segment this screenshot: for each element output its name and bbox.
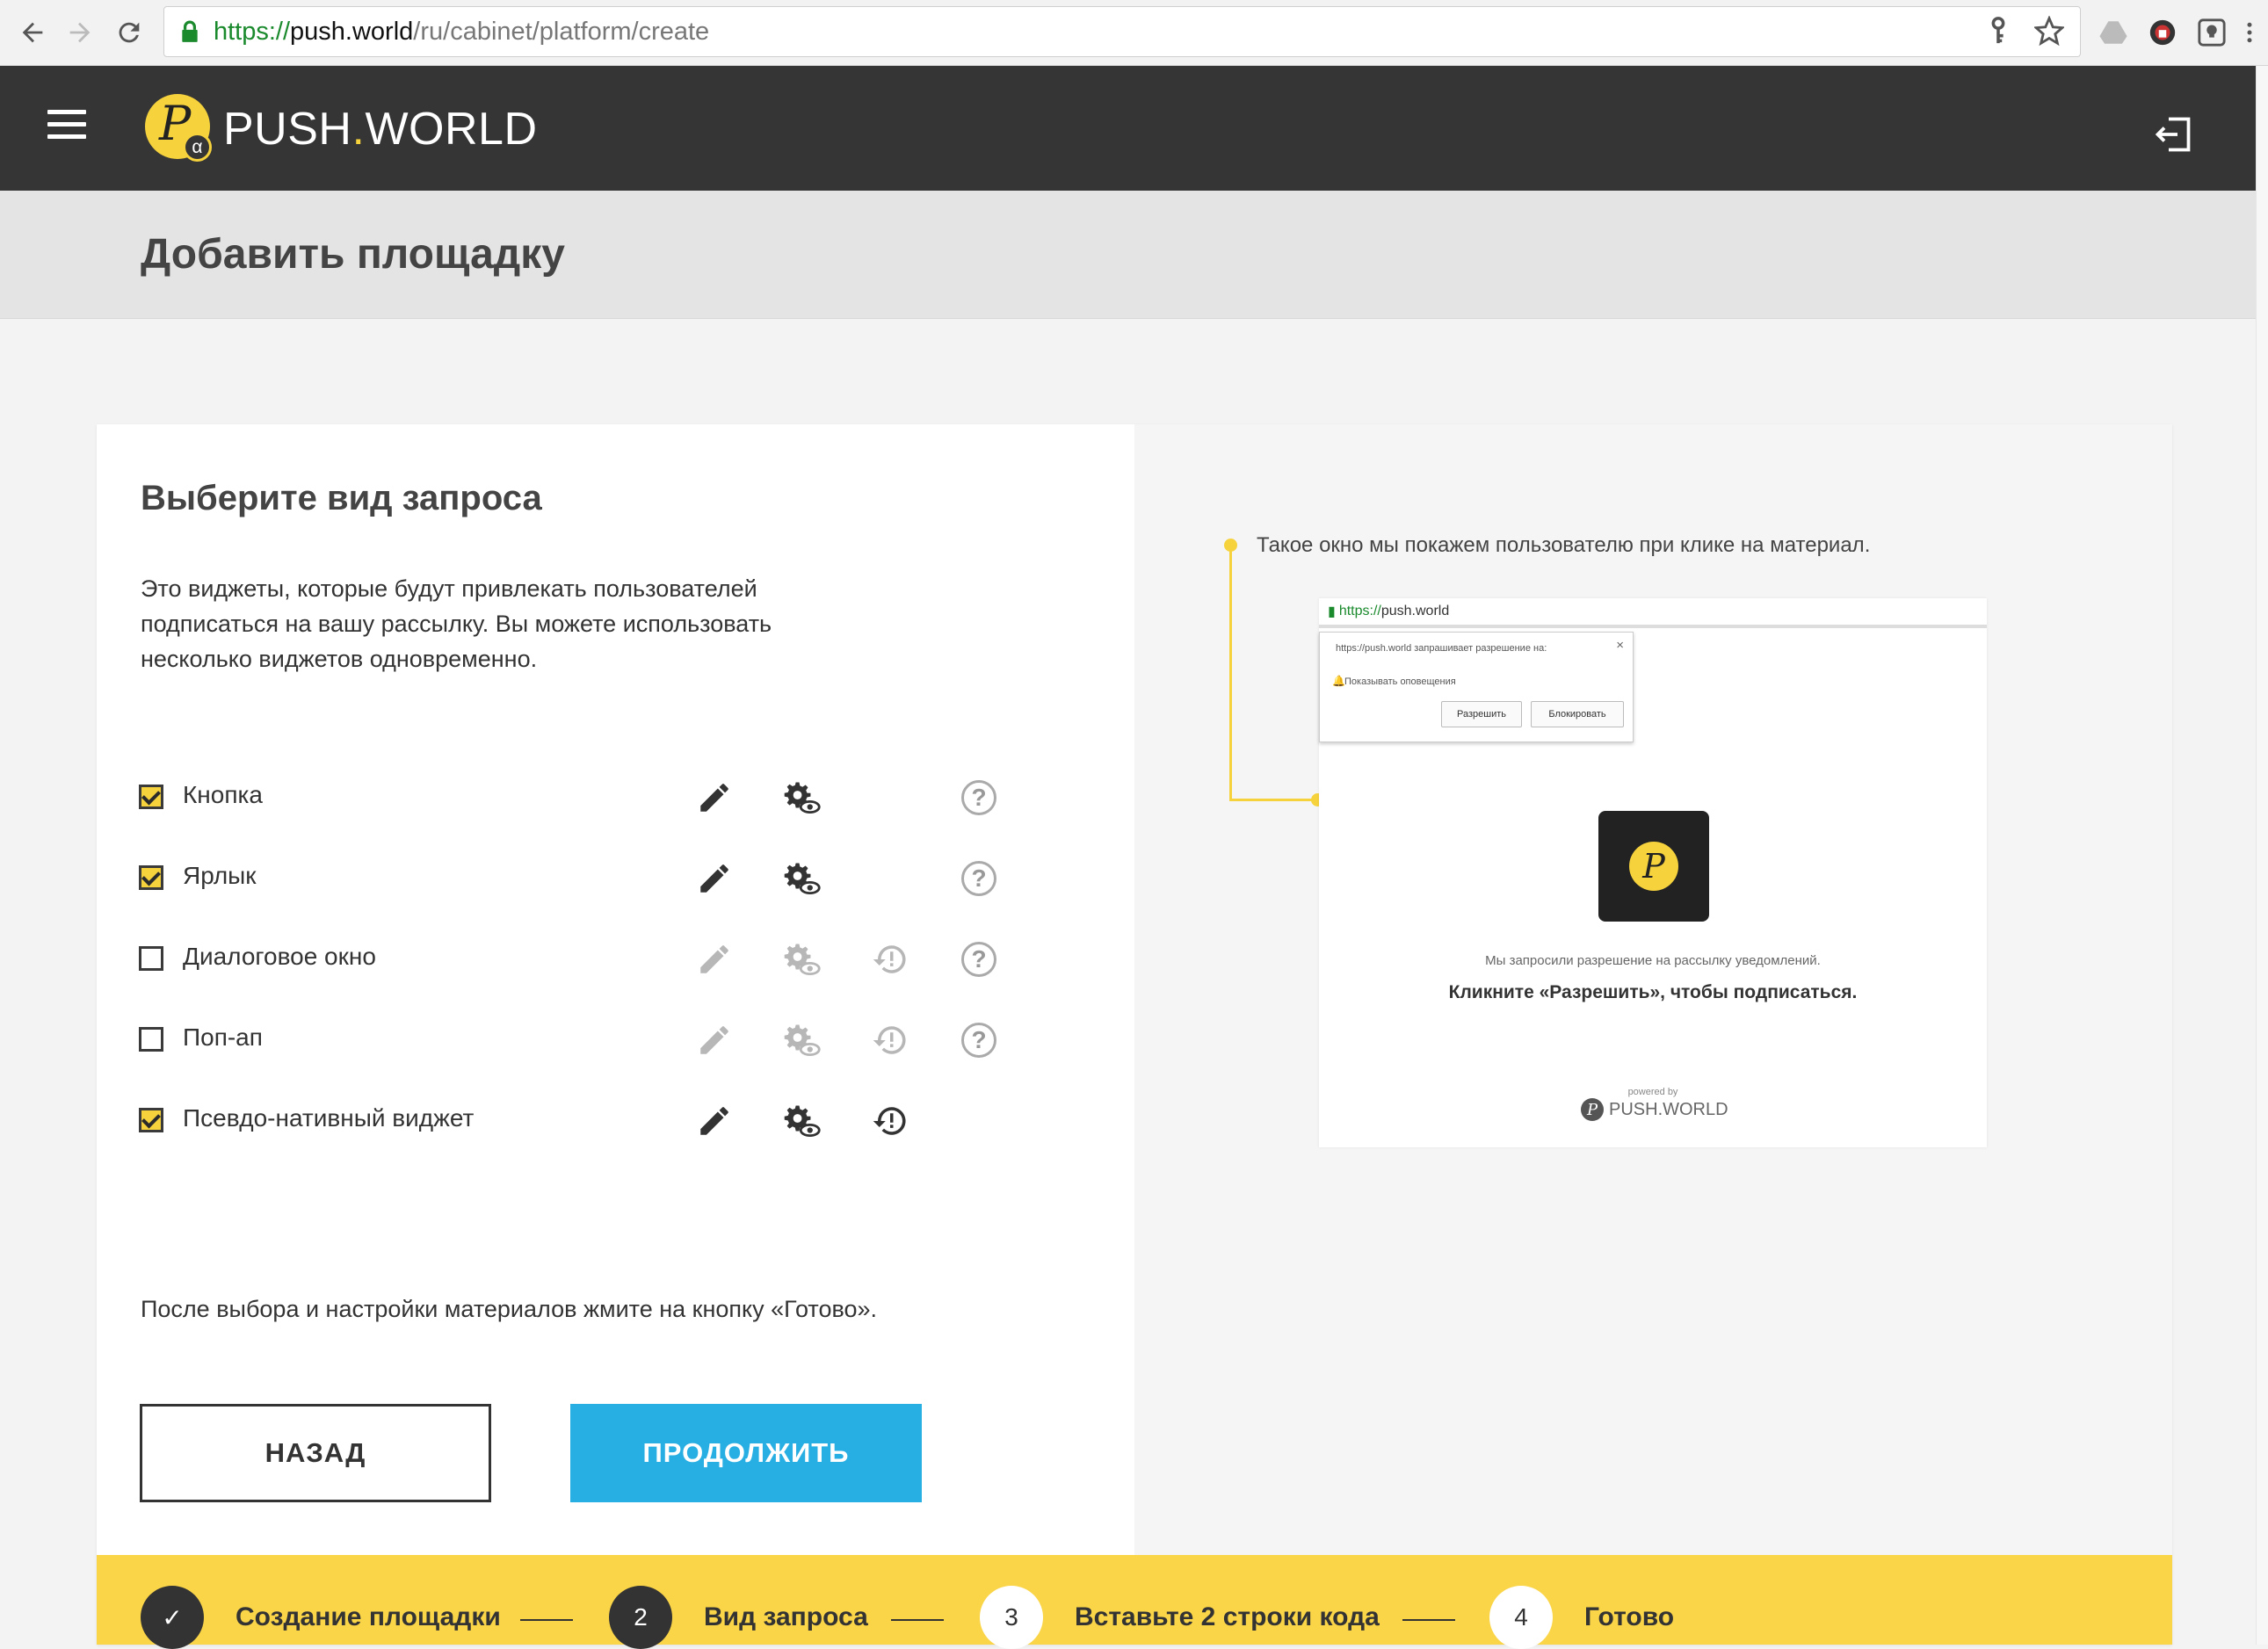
widget-row-popup: Поп-ап ? <box>139 1022 1018 1059</box>
hamburger-menu-icon[interactable] <box>47 110 86 140</box>
checkbox-dialog[interactable] <box>139 946 163 971</box>
menu-dots-icon[interactable] <box>2241 16 2258 49</box>
star-icon[interactable] <box>2034 16 2064 46</box>
description: Это виджеты, которые будут привлекать по… <box>141 575 772 672</box>
logo-text[interactable]: PUSH.WORLD <box>223 103 538 155</box>
mock-big-text: Кликните «Разрешить», чтобы подписаться. <box>1448 982 1858 1002</box>
edit-pencil-icon[interactable] <box>696 941 733 978</box>
mock-lock-icon: ▮ <box>1328 604 1336 619</box>
step-2-label: Вид запроса <box>704 1602 868 1631</box>
step-3-label: Вставьте 2 строки кода <box>1075 1602 1380 1631</box>
mock-brand-text: PUSH.WORLD <box>1609 1099 1728 1119</box>
widget-label: Псевдо-нативный виджет <box>183 1104 475 1132</box>
help-icon[interactable]: ? <box>961 780 996 815</box>
preview-mockup: ▮ https://push.world https://push.world … <box>1319 598 1987 1147</box>
mock-address-bar: ▮ https://push.world <box>1319 598 1987 628</box>
lock-icon <box>182 20 198 42</box>
mock-popup-text: https://push.world запрашивает разрешени… <box>1336 643 1547 654</box>
history-icon[interactable] <box>872 1103 909 1139</box>
key-icon[interactable] <box>1983 16 2013 46</box>
settings-preview-icon[interactable] <box>784 1103 821 1139</box>
section-title: Выберите вид запроса <box>141 479 542 517</box>
shield-extension-icon[interactable] <box>2146 16 2179 49</box>
checkbox-popup[interactable] <box>139 1027 163 1052</box>
edit-pencil-icon[interactable] <box>696 1022 733 1059</box>
mock-allow-button: Разрешить <box>1441 701 1522 727</box>
mock-powered-by: powered by <box>1627 1087 1678 1097</box>
step-1-label: Создание площадки <box>235 1602 501 1631</box>
logo-dot: . <box>351 104 366 155</box>
alpha-badge: α <box>183 133 212 162</box>
step-2-circle: 2 <box>609 1586 672 1649</box>
checkbox-native[interactable] <box>139 1108 163 1132</box>
continue-button[interactable]: ПРОДОЛЖИТЬ <box>570 1404 922 1502</box>
address-bar[interactable]: https://push.world/ru/cabinet/platform/c… <box>163 6 2081 57</box>
back-button[interactable]: НАЗАД <box>140 1404 491 1502</box>
page-title: Добавить площадку <box>141 231 565 278</box>
widget-row-native: Псевдо-нативный виджет <box>139 1103 1018 1138</box>
step-1-check-icon: ✓ <box>141 1586 204 1649</box>
settings-preview-icon[interactable] <box>784 860 821 897</box>
mock-popup-notify: Показывать оповещения <box>1344 676 1456 687</box>
widget-row-dialog: Диалоговое окно ? <box>139 941 1018 978</box>
mock-url-host: push.world <box>1380 604 1450 618</box>
bulb-extension-icon[interactable] <box>2195 16 2228 49</box>
history-icon[interactable] <box>872 1022 909 1059</box>
help-icon[interactable]: ? <box>961 1023 996 1058</box>
logo-push: PUSH <box>223 104 352 155</box>
mock-brand: P PUSH.WORLD <box>1581 1098 1728 1121</box>
checkbox-shortcut[interactable] <box>139 865 163 890</box>
step-4-circle: 4 <box>1489 1586 1553 1649</box>
step-separator <box>891 1619 944 1621</box>
logo-world: WORLD <box>365 104 538 155</box>
preview-caption: Такое окно мы покажем пользователю при к… <box>1257 533 1871 557</box>
edit-pencil-icon[interactable] <box>696 860 733 897</box>
forward-arrow-icon[interactable] <box>60 12 100 53</box>
instruction-text: После выбора и настройки материалов жмит… <box>141 1296 878 1322</box>
help-icon[interactable]: ? <box>961 861 996 896</box>
mock-bell-icon: 🔔 <box>1332 675 1345 687</box>
connector-line <box>1229 546 1232 801</box>
widget-label: Диалоговое окно <box>183 943 376 970</box>
drive-extension-icon[interactable] <box>2097 16 2130 49</box>
reload-icon[interactable] <box>109 12 149 53</box>
mock-permission-popup: https://push.world запрашивает разрешени… <box>1319 632 1634 742</box>
help-icon[interactable]: ? <box>961 942 996 977</box>
step-separator <box>520 1619 573 1621</box>
edit-pencil-icon[interactable] <box>696 779 733 816</box>
mock-close-icon: × <box>1616 638 1624 653</box>
mock-small-text: Мы запросили разрешение на рассылку увед… <box>1485 953 1821 968</box>
widget-row-shortcut: Ярлык ? <box>139 860 1018 897</box>
step-3-circle: 3 <box>980 1586 1043 1649</box>
mock-brand-logo-icon: P <box>1581 1098 1604 1121</box>
browser-toolbar: https://push.world/ru/cabinet/platform/c… <box>0 0 2268 66</box>
url-host: push.world <box>290 17 414 46</box>
widget-label: Поп-ап <box>183 1023 263 1051</box>
checkbox-button[interactable] <box>139 785 163 809</box>
widget-row-button: Кнопка ? <box>139 779 1018 816</box>
logout-icon[interactable] <box>2151 112 2195 156</box>
url-path: /ru/cabinet/platform/create <box>413 17 710 46</box>
mock-app-icon: P <box>1598 811 1709 922</box>
widget-label: Ярлык <box>183 862 257 889</box>
back-arrow-icon[interactable] <box>12 12 53 53</box>
settings-preview-icon[interactable] <box>784 779 821 816</box>
mock-block-button: Блокировать <box>1531 701 1624 727</box>
step-separator <box>1402 1619 1455 1621</box>
edit-pencil-icon[interactable] <box>696 1103 733 1139</box>
scrollbar[interactable] <box>2256 66 2268 1645</box>
settings-preview-icon[interactable] <box>784 1022 821 1059</box>
mock-url-scheme: https:// <box>1338 604 1381 618</box>
connector-line <box>1229 799 1317 801</box>
step-4-label: Готово <box>1584 1602 1675 1631</box>
url-scheme: https:// <box>214 17 291 46</box>
settings-preview-icon[interactable] <box>784 941 821 978</box>
mock-app-letter: P <box>1629 842 1678 891</box>
history-icon[interactable] <box>872 941 909 978</box>
widget-label: Кнопка <box>183 781 263 808</box>
